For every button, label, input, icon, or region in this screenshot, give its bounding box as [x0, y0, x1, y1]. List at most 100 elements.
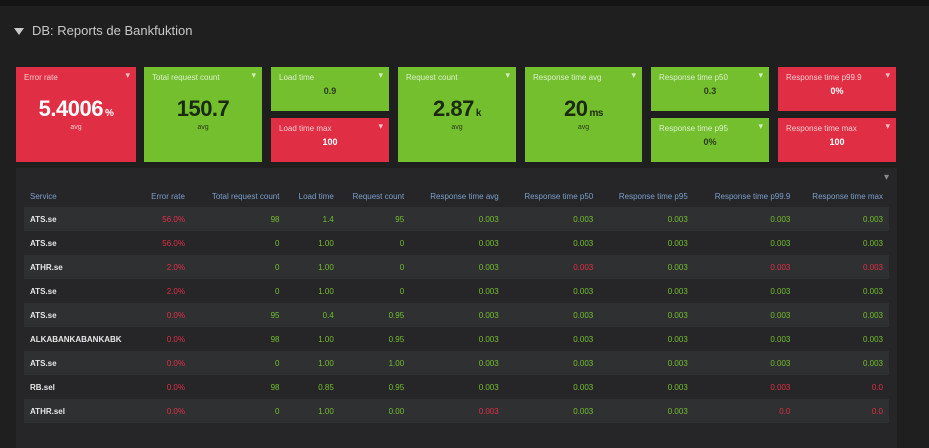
- table-cell: 0.0: [693, 399, 797, 423]
- services-table: Service Error rate Total request count Load…: [24, 186, 889, 423]
- table-cell: 0.003: [599, 399, 694, 423]
- chevron-down-icon[interactable]: [14, 27, 24, 35]
- table-row: ATS.se 2.0% 0 1.00 0 0.003 0.003 0.003 0.003 0.00…: [24, 279, 889, 303]
- table-cell: 0.0: [796, 375, 889, 399]
- table-cell: 0.003: [504, 399, 600, 423]
- table-cell: 0.003: [796, 279, 889, 303]
- panel-title: Response time p95: [659, 124, 728, 133]
- table-row: ATS.se 0.0% 0 1.00 1.00 0.003 0.003 0.003 0.003 0…: [24, 351, 889, 375]
- table-cell: 0.003: [504, 207, 600, 231]
- table-cell: 0.003: [504, 375, 600, 399]
- table-cell: 0: [339, 279, 411, 303]
- response-time-p95-panel[interactable]: Response time p95 ▾ 0%: [651, 118, 769, 162]
- table-cell: 1.4: [285, 207, 340, 231]
- table-cell: 0: [339, 231, 411, 255]
- panel-menu-icon[interactable]: ▾: [884, 172, 889, 183]
- panel-menu-icon[interactable]: ▾: [251, 70, 256, 81]
- panel-menu-icon[interactable]: ▾: [631, 70, 636, 81]
- table-cell: 1.00: [285, 399, 340, 423]
- error-rate-panel[interactable]: Error rate ▾ 5.4006% avg: [16, 67, 136, 162]
- service-name-cell: ATS.se: [24, 231, 135, 255]
- panel-menu-icon[interactable]: ▾: [885, 70, 890, 81]
- panel-menu-icon[interactable]: ▾: [378, 70, 383, 81]
- row-title: DB: Reports de Bankfuktion: [32, 22, 193, 38]
- column-header[interactable]: Request count: [340, 186, 410, 207]
- table-cell: 0.003: [504, 255, 600, 279]
- service-name-cell: ATS.se: [24, 207, 135, 231]
- request-count-panel[interactable]: Request count ▾ 2.87 k avg: [398, 67, 516, 162]
- table-cell: 0.003: [693, 255, 797, 279]
- panel-title: Load time max: [279, 124, 332, 133]
- column-header[interactable]: Load time: [285, 186, 339, 207]
- panel-value: 20: [564, 96, 588, 121]
- table-body: ATS.se 56.0% 98 1.4 95 0.003 0.003 0.003 0.003 0.…: [24, 207, 889, 423]
- table-cell: 0.003: [410, 375, 505, 399]
- table-cell: 2.0%: [134, 255, 191, 279]
- table-cell: 0.003: [504, 279, 600, 303]
- table-cell: 0.003: [504, 303, 600, 327]
- panel-value: 5.4006: [38, 96, 104, 121]
- panel-menu-icon[interactable]: ▾: [378, 121, 383, 132]
- column-header[interactable]: Response time avg: [410, 186, 505, 207]
- column-header[interactable]: Response time p95: [599, 186, 694, 207]
- service-name-cell: RB.sel: [24, 375, 135, 399]
- panel-value: 100: [829, 137, 845, 147]
- table-cell: 1.00: [285, 351, 340, 375]
- table-cell: 0.003: [693, 303, 797, 327]
- column-header[interactable]: Service: [24, 186, 135, 207]
- panel-menu-icon[interactable]: ▾: [505, 70, 510, 81]
- load-time-max-panel[interactable]: Load time max ▾ 100: [271, 118, 389, 162]
- response-time-max-panel[interactable]: Response time max ▾ 100: [778, 118, 896, 162]
- table-cell: 0.003: [410, 327, 505, 351]
- panel-menu-icon[interactable]: ▾: [125, 70, 130, 81]
- table-cell: 0.003: [599, 255, 694, 279]
- table-cell: 0.0%: [134, 303, 191, 327]
- table-cell: 98: [190, 375, 286, 399]
- table-cell: 0.003: [693, 231, 797, 255]
- table-cell: 1.00: [285, 231, 340, 255]
- table-cell: 0.003: [599, 327, 694, 351]
- column-header[interactable]: Response time max: [796, 186, 889, 207]
- table-cell: 56.0%: [134, 231, 191, 255]
- table-cell: 0.003: [599, 207, 694, 231]
- panel-menu-icon[interactable]: ▾: [758, 70, 763, 81]
- total-request-count-panel[interactable]: Total request count ▾ 150.7 avg: [144, 67, 262, 162]
- table-cell: 0: [190, 255, 286, 279]
- panel-value: 0.3: [703, 86, 717, 96]
- table-cell: 0.003: [410, 255, 505, 279]
- table-cell: 98: [190, 327, 286, 351]
- panel-menu-icon[interactable]: ▾: [758, 121, 763, 132]
- table-cell: 0.003: [599, 351, 694, 375]
- service-name-cell: ATS.se: [24, 351, 135, 375]
- table-cell: 2.0%: [134, 279, 191, 303]
- table-cell: 98: [190, 207, 286, 231]
- table-cell: 0: [190, 231, 286, 255]
- table-cell: 0.003: [410, 207, 505, 231]
- table-cell: 0.0%: [134, 351, 191, 375]
- response-time-p50-panel[interactable]: Response time p50 ▾ 0.3: [651, 67, 769, 111]
- table-cell: 0.0%: [134, 375, 191, 399]
- table-cell: 0.003: [504, 351, 600, 375]
- table-cell: 0.003: [504, 231, 600, 255]
- service-name-cell: ATHR.sel: [24, 399, 135, 423]
- column-header[interactable]: Response time p50: [505, 186, 600, 207]
- column-header[interactable]: Total request count: [191, 186, 286, 207]
- table-cell: 0.003: [410, 303, 505, 327]
- panel-menu-icon[interactable]: ▾: [885, 121, 890, 132]
- response-time-p999-panel[interactable]: Response time p99.9 ▾ 0%: [778, 67, 896, 111]
- row-header[interactable]: DB: Reports de Bankfuktion: [14, 20, 192, 40]
- table-cell: 0: [190, 351, 286, 375]
- panel-subtitle: avg: [197, 124, 209, 131]
- panel-title: Response time p99.9: [786, 73, 862, 82]
- table-cell: 0.0%: [134, 399, 191, 423]
- column-header[interactable]: Error rate: [135, 186, 191, 207]
- table-cell: 0.00: [339, 399, 411, 423]
- table-cell: 0.003: [693, 327, 797, 351]
- table-cell: 0.0: [796, 399, 889, 423]
- table-cell: 0.003: [693, 351, 797, 375]
- load-time-panel[interactable]: Load time ▾ 0.9: [271, 67, 389, 111]
- table-cell: 0.95: [339, 327, 411, 351]
- panel-subtitle: avg: [577, 124, 590, 131]
- response-time-avg-panel[interactable]: Response time avg ▾ 20 ms avg: [525, 67, 642, 162]
- column-header[interactable]: Response time p99.9: [694, 186, 797, 207]
